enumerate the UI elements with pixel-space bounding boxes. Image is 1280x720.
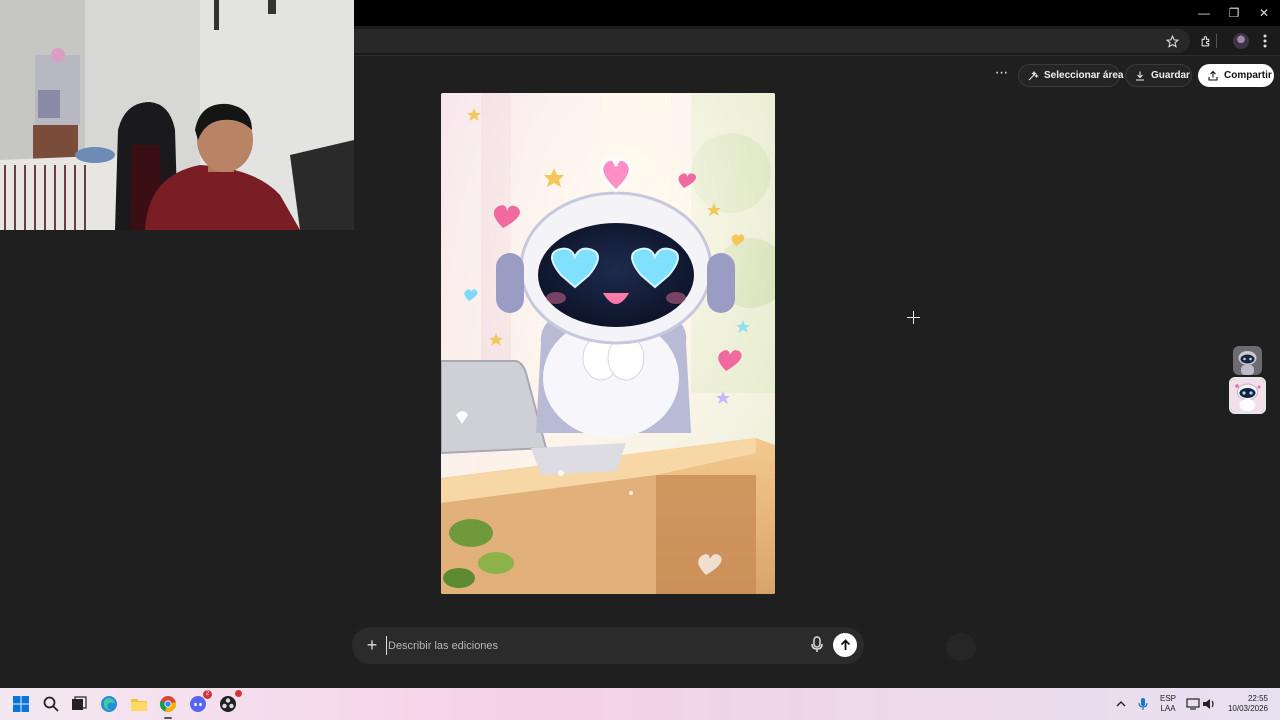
toolbar-divider (1213, 30, 1219, 52)
webcam-scene-image (0, 0, 354, 230)
recording-indicator (235, 690, 242, 697)
chrome-icon[interactable] (157, 693, 179, 719)
clock[interactable]: 22:55 10/03/2026 (1222, 694, 1268, 714)
profile-avatar[interactable] (1233, 33, 1249, 49)
more-options-button[interactable]: ··· (990, 63, 1012, 87)
language-code: ESP (1159, 694, 1176, 703)
robot-illustration (441, 93, 775, 594)
file-explorer-icon[interactable] (128, 693, 150, 715)
share-label: Compartir (1224, 70, 1272, 81)
microphone-tray-icon[interactable] (1132, 693, 1154, 715)
send-button[interactable] (833, 633, 857, 657)
thumbnail-version-2-selected[interactable] (1229, 377, 1266, 414)
thumbnail-robot-icon (1231, 379, 1264, 412)
volume-icon[interactable] (1198, 693, 1220, 715)
edge-icon[interactable] (98, 693, 120, 715)
clock-time: 22:55 (1247, 694, 1268, 703)
crosshair-cursor-icon (907, 311, 920, 324)
save-label: Guardar (1151, 70, 1190, 81)
save-button[interactable]: Guardar (1125, 64, 1192, 87)
arrow-up-icon (840, 639, 850, 650)
language-indicator[interactable]: ESP LAA (1157, 694, 1179, 714)
obs-icon[interactable] (217, 690, 242, 715)
edit-prompt-bar: + (352, 627, 864, 664)
clock-date: 10/03/2026 (1227, 704, 1268, 713)
show-hidden-icons-chevron-icon[interactable] (1110, 693, 1132, 715)
add-attachment-button[interactable]: + (362, 635, 382, 655)
minimize-button[interactable]: — (1188, 0, 1220, 26)
thumbnail-version-1[interactable] (1233, 346, 1262, 375)
select-area-label: Seleccionar área (1044, 70, 1124, 81)
webcam-overlay (0, 0, 354, 230)
generated-image[interactable] (441, 93, 775, 594)
restore-button[interactable]: ❐ (1218, 0, 1250, 26)
discord-notification-badge: 2 (203, 690, 212, 699)
menu-kebab-icon[interactable] (1254, 30, 1276, 52)
edit-prompt-input[interactable] (386, 636, 806, 655)
microphone-icon[interactable] (810, 636, 824, 654)
share-icon (1208, 70, 1218, 81)
address-bar[interactable] (354, 29, 1190, 53)
select-area-button[interactable]: Seleccionar área (1018, 64, 1124, 87)
screen: — ❐ ✕ ··· Seleccionar área Guardar Compa… (0, 0, 1280, 720)
windows-start-icon[interactable] (10, 693, 32, 715)
star-icon[interactable] (1161, 30, 1183, 52)
thumbnail-robot-icon (1233, 346, 1262, 375)
faded-circle (946, 633, 976, 661)
keyboard-layout: LAA (1160, 704, 1176, 713)
search-icon[interactable] (40, 693, 62, 715)
share-button[interactable]: Compartir (1198, 64, 1274, 87)
close-button[interactable]: ✕ (1248, 0, 1280, 26)
task-view-icon[interactable] (68, 693, 90, 715)
download-icon (1136, 71, 1144, 81)
discord-icon[interactable]: 2 (187, 690, 212, 715)
magic-select-icon (1028, 70, 1039, 80)
windows-taskbar: 2 ESP LAA 22:55 10/03/2026 (0, 688, 1280, 720)
